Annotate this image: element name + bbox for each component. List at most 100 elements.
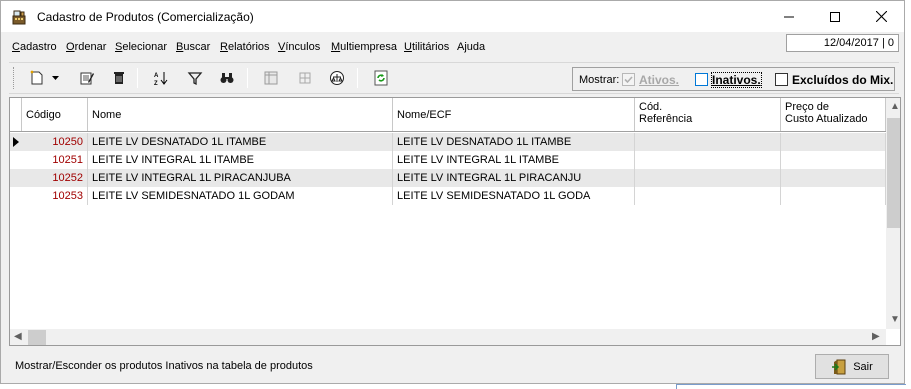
- toolbar-grip[interactable]: [13, 67, 16, 89]
- menu-label: ínculos: [285, 41, 321, 53]
- show-filter-group: Mostrar: Ativos. Inativos. Excluídos do …: [572, 67, 895, 91]
- toolbar: AZ Mostrar: Ativos. Inativos. Excluídos …: [9, 62, 899, 94]
- inativos-label[interactable]: Inativos.: [711, 72, 762, 88]
- horizontal-scroll-thumb[interactable]: [28, 330, 46, 345]
- filter-icon: [187, 72, 203, 86]
- cell-codigo: 10252: [22, 169, 88, 187]
- scroll-down-icon[interactable]: ▼: [890, 314, 900, 325]
- maximize-button[interactable]: [812, 1, 858, 32]
- menu-label: rdenar: [74, 41, 107, 53]
- menu-buscar[interactable]: Buscar: [176, 41, 210, 53]
- ativos-checkbox: [622, 73, 635, 86]
- cell-nome: LEITE LV SEMIDESNATADO 1L GODAM: [88, 187, 393, 205]
- cell-cod-referencia: [635, 151, 781, 169]
- inativos-checkbox[interactable]: [695, 73, 708, 86]
- toolbar-separator: [247, 68, 248, 88]
- edit-icon: [80, 72, 94, 85]
- menu-mnemonic: O: [66, 41, 75, 53]
- cell-nome-ecf: LEITE LV INTEGRAL 1L PIRACANJU: [393, 169, 635, 187]
- table-row[interactable]: 10251 LEITE LV INTEGRAL 1L ITAMBE LEITE …: [10, 151, 886, 169]
- menu-mnemonic: U: [404, 41, 412, 53]
- close-button[interactable]: [858, 1, 904, 32]
- delete-icon: [114, 72, 124, 84]
- menu-cadastro[interactable]: Cadastro: [12, 41, 57, 53]
- cell-codigo: 10253: [22, 187, 88, 205]
- scale-button[interactable]: [325, 67, 349, 89]
- cell-preco-custo: [781, 133, 886, 151]
- columns-icon: [264, 71, 278, 85]
- maximize-icon: [830, 11, 840, 22]
- main-window: Cadastro de Produtos (Comercialização) C…: [0, 0, 905, 384]
- menu-mnemonic: M: [331, 41, 341, 53]
- horizontal-scrollbar[interactable]: ◀ ▶: [10, 329, 886, 345]
- cell-nome-ecf: LEITE LV SEMIDESNATADO 1L GODA: [393, 187, 635, 205]
- header-preco-custo[interactable]: Preço de Custo Atualizado: [781, 98, 886, 131]
- new-button[interactable]: [25, 67, 49, 89]
- delete-button[interactable]: [107, 67, 131, 89]
- scroll-right-icon[interactable]: ▶: [872, 331, 880, 342]
- menu-label: tilitários: [411, 41, 450, 53]
- exit-door-icon: [832, 359, 846, 374]
- sort-icon: AZ: [154, 72, 168, 86]
- header-nome-ecf[interactable]: Nome/ECF: [393, 98, 635, 131]
- cell-cod-referencia: [635, 169, 781, 187]
- cell-nome: LEITE LV INTEGRAL 1L ITAMBE: [88, 151, 393, 169]
- menu-label: elatórios: [227, 41, 270, 53]
- cell-nome-ecf: LEITE LV INTEGRAL 1L ITAMBE: [393, 151, 635, 169]
- status-text: Mostrar/Esconder os produtos Inativos na…: [15, 360, 313, 372]
- menu-vinculos[interactable]: Vínculos: [278, 41, 320, 53]
- products-table[interactable]: Código Nome Nome/ECF Cód. Referência Pre…: [9, 97, 901, 346]
- filter-button[interactable]: [183, 67, 207, 89]
- scroll-left-icon[interactable]: ◀: [14, 331, 22, 342]
- header-cod-referencia[interactable]: Cód. Referência: [635, 98, 781, 131]
- table-row[interactable]: 10250 LEITE LV DESNATADO 1L ITAMBE LEITE…: [10, 133, 886, 151]
- menu-relatorios[interactable]: Relatórios: [220, 41, 270, 53]
- vertical-scroll-thumb[interactable]: [887, 118, 900, 228]
- table-row[interactable]: 10252 LEITE LV INTEGRAL 1L PIRACANJUBA L…: [10, 169, 886, 187]
- menu-utilitarios[interactable]: Utilitários: [404, 41, 449, 53]
- edit-button[interactable]: [75, 67, 99, 89]
- new-icon: [30, 70, 43, 85]
- current-row-arrow-icon: [10, 133, 22, 151]
- header-nome[interactable]: Nome: [88, 98, 393, 131]
- table-row[interactable]: 10253 LEITE LV SEMIDESNATADO 1L GODAM LE…: [10, 187, 886, 205]
- menu-selecionar[interactable]: Selecionar: [115, 41, 167, 53]
- minimize-button[interactable]: [766, 1, 812, 32]
- cell-codigo: 10251: [22, 151, 88, 169]
- excluidos-label[interactable]: Excluídos do Mix.: [792, 73, 893, 87]
- title-bar[interactable]: Cadastro de Produtos (Comercialização): [1, 1, 904, 32]
- menu-multiempresa[interactable]: Multiempresa: [331, 41, 397, 53]
- menu-ordenar[interactable]: Ordenar: [66, 41, 106, 53]
- search-button[interactable]: [215, 67, 239, 89]
- cash-register-icon: [11, 9, 27, 25]
- refresh-button[interactable]: [369, 67, 393, 89]
- settings-icon: [299, 72, 311, 84]
- sort-button[interactable]: AZ: [149, 67, 173, 89]
- menu-ajuda[interactable]: Ajuda: [457, 41, 485, 53]
- cell-cod-referencia: [635, 133, 781, 151]
- menu-label: elecionar: [122, 41, 167, 53]
- cell-cod-referencia: [635, 187, 781, 205]
- new-dropdown-button[interactable]: [49, 67, 61, 89]
- header-indicator: [10, 98, 22, 131]
- table-header: Código Nome Nome/ECF Cód. Referência Pre…: [10, 98, 886, 132]
- toolbar-separator: [357, 68, 358, 88]
- columns-button: [259, 67, 283, 89]
- dropdown-arrow-icon: [51, 76, 59, 80]
- scroll-up-icon[interactable]: ▲: [890, 101, 900, 112]
- excluidos-checkbox[interactable]: [775, 73, 788, 86]
- cell-preco-custo: [781, 151, 886, 169]
- vertical-scrollbar[interactable]: ▲ ▼: [886, 98, 900, 329]
- menu-label: adastro: [19, 41, 57, 53]
- settings-button: [293, 67, 317, 89]
- cell-nome: LEITE LV INTEGRAL 1L PIRACANJUBA: [88, 169, 393, 187]
- menu-mnemonic: R: [220, 41, 228, 53]
- toolbar-separator: [137, 68, 138, 88]
- refresh-icon: [374, 70, 388, 86]
- exit-button[interactable]: Sair: [815, 354, 889, 379]
- window-title: Cadastro de Produtos (Comercialização): [37, 10, 254, 24]
- exit-label: Sair: [853, 360, 873, 373]
- header-codigo[interactable]: Código: [22, 98, 88, 131]
- status-bar: Mostrar/Esconder os produtos Inativos na…: [9, 350, 901, 382]
- menu-label: uscar: [183, 41, 211, 53]
